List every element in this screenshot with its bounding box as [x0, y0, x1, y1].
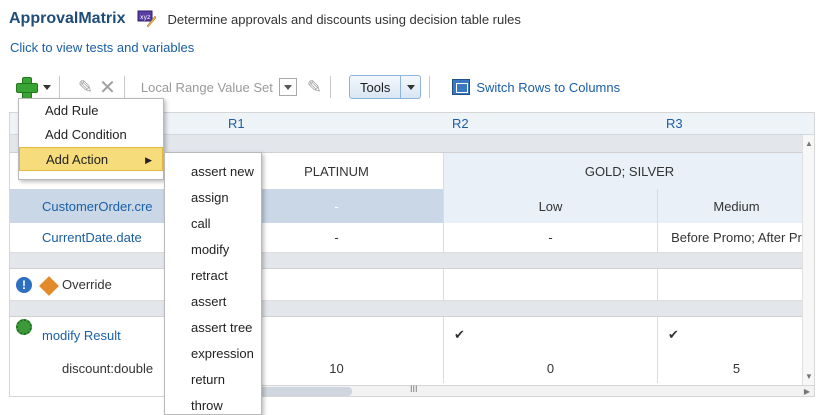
submenu-item-assert-tree[interactable]: assert tree: [165, 315, 261, 341]
chevron-down-icon: [406, 84, 415, 90]
submenu-item-modify[interactable]: modify: [165, 237, 261, 263]
table-cell[interactable]: Medium: [658, 189, 814, 223]
menu-item-add-action[interactable]: Add Action ▶: [19, 147, 163, 171]
scroll-right-icon[interactable]: ▶: [804, 387, 810, 396]
table-row[interactable]: CustomerOrder.cre - Low Medium: [10, 189, 814, 223]
table-cell[interactable]: [658, 269, 814, 300]
menu-item-label: Add Action: [46, 152, 109, 167]
switch-rows-icon[interactable]: [452, 79, 471, 95]
chevron-down-icon[interactable]: [43, 84, 51, 90]
column-header-r2[interactable]: R2: [444, 113, 658, 135]
scroll-down-icon[interactable]: ▼: [805, 372, 813, 381]
edit-icon[interactable]: ✎: [78, 77, 93, 98]
add-icon[interactable]: [15, 76, 38, 99]
column-header-r1[interactable]: R1: [220, 113, 444, 135]
tools-dropdown-button[interactable]: [401, 75, 422, 99]
toolbar-divider: [429, 76, 431, 98]
range-dropdown-button[interactable]: [278, 78, 297, 96]
submenu-item-retract[interactable]: retract: [165, 263, 261, 289]
delete-icon[interactable]: ✕: [99, 75, 116, 100]
decision-table-icon: xyz: [137, 10, 157, 28]
table-cell[interactable]: Before Promo; After Pr: [658, 223, 814, 252]
page-title: ApprovalMatrix: [9, 10, 126, 27]
submenu-item-call[interactable]: call: [165, 211, 261, 237]
table-cell[interactable]: [230, 269, 444, 300]
table-cell[interactable]: 0: [444, 353, 658, 383]
table-cell[interactable]: -: [230, 223, 444, 252]
page-description: Determine approvals and discounts using …: [167, 11, 521, 27]
chevron-down-icon: [283, 84, 292, 90]
table-cell[interactable]: [230, 317, 444, 353]
table-cell[interactable]: -: [444, 223, 658, 252]
table-row[interactable]: CurrentDate.date - - Before Promo; After…: [10, 223, 814, 253]
submenu-item-assert-new[interactable]: assert new: [165, 159, 261, 185]
table-row[interactable]: ! Override: [10, 269, 814, 301]
scroll-up-icon[interactable]: ▲: [805, 139, 813, 148]
add-action-submenu: assert new assign call modify retract as…: [164, 152, 262, 415]
check-icon[interactable]: ✔: [658, 317, 814, 353]
vertical-scrollbar[interactable]: ▲ ▼: [802, 135, 814, 385]
table-cell[interactable]: PLATINUM: [230, 153, 444, 189]
tools-button[interactable]: Tools: [348, 75, 402, 99]
range-value-set-select[interactable]: Local Range Value Set: [141, 80, 273, 95]
actions-band: [10, 301, 814, 317]
table-cell[interactable]: Low: [444, 189, 658, 223]
submenu-item-return[interactable]: return: [165, 367, 261, 393]
section-band: [10, 253, 814, 269]
table-cell[interactable]: [444, 269, 658, 300]
table-cell[interactable]: 10: [230, 353, 444, 383]
toolbar-divider: [123, 76, 125, 98]
table-row[interactable]: discount:double 10 0 5: [10, 353, 814, 383]
menu-item-add-rule[interactable]: Add Rule: [19, 99, 163, 123]
submenu-item-assign[interactable]: assign: [165, 185, 261, 211]
toolbar-divider: [59, 76, 60, 98]
submenu-arrow-icon: ▶: [145, 155, 152, 165]
menu-item-add-condition[interactable]: Add Condition: [19, 123, 163, 147]
svg-text:xyz: xyz: [140, 14, 150, 21]
table-row[interactable]: modify Result ✔ ✔: [10, 317, 814, 353]
edit-range-icon[interactable]: ✎: [307, 77, 322, 98]
check-icon[interactable]: ✔: [444, 317, 658, 353]
submenu-item-assert[interactable]: assert: [165, 289, 261, 315]
table-cell[interactable]: GOLD; SILVER: [444, 153, 814, 189]
submenu-item-throw[interactable]: throw: [165, 393, 261, 415]
table-cell[interactable]: 5: [658, 353, 814, 383]
column-header-r3[interactable]: R3: [658, 113, 814, 135]
submenu-item-expression[interactable]: expression: [165, 341, 261, 367]
scroll-grip: III: [410, 384, 418, 394]
table-cell[interactable]: -: [230, 189, 444, 223]
tests-variables-link[interactable]: Click to view tests and variables: [10, 40, 194, 55]
toolbar-divider: [329, 76, 331, 98]
add-menu: Add Rule Add Condition Add Action ▶: [18, 98, 164, 180]
header-row: ApprovalMatrix xyz Determine approvals a…: [9, 8, 521, 30]
horizontal-scrollbar[interactable]: III ▶: [170, 384, 814, 396]
switch-rows-button[interactable]: Switch Rows to Columns: [476, 80, 620, 95]
